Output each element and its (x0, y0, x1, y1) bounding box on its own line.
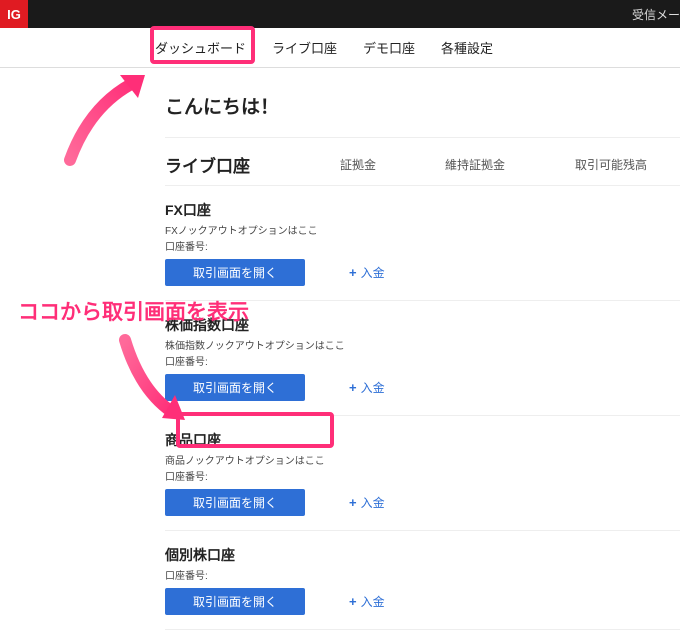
account-name: 株価指数口座 (165, 315, 680, 335)
account-fx: FX口座 FXノックアウトオプションはここ 口座番号: 取引画面を開く + 入金 (165, 186, 680, 301)
main: こんにちは！ ライブ口座 証拠金 維持証拠金 取引可能残高 FX口座 FXノック… (0, 68, 680, 630)
col-maint: 維持証拠金 (445, 156, 575, 173)
deposit-label: 入金 (361, 264, 385, 281)
account-sub: FXノックアウトオプションはここ (165, 222, 680, 237)
deposit-label: 入金 (361, 593, 385, 610)
plus-icon: + (349, 265, 357, 280)
tab-demo[interactable]: デモ口座 (363, 28, 415, 67)
account-actions: 取引画面を開く + 入金 (165, 489, 680, 516)
deposit-link[interactable]: + 入金 (349, 379, 385, 396)
deposit-link[interactable]: + 入金 (349, 264, 385, 281)
spacer (28, 0, 632, 28)
account-number: 口座番号: (165, 468, 680, 483)
plus-icon: + (349, 594, 357, 609)
nav: ダッシュボード ライブ口座 デモ口座 各種設定 (0, 28, 680, 68)
account-name: 個別株口座 (165, 545, 680, 565)
greeting: こんにちは！ (165, 92, 680, 138)
deposit-label: 入金 (361, 494, 385, 511)
plus-icon: + (349, 380, 357, 395)
col-avail: 取引可能残高 (575, 156, 680, 173)
account-actions: 取引画面を開く + 入金 (165, 374, 680, 401)
account-actions: 取引画面を開く + 入金 (165, 259, 680, 286)
plus-icon: + (349, 495, 357, 510)
topbar: IG 受信メー (0, 0, 680, 28)
deposit-link[interactable]: + 入金 (349, 593, 385, 610)
account-sub: 株価指数ノックアウトオプションはここ (165, 337, 680, 352)
account-name: FX口座 (165, 200, 680, 220)
col-margin: 証拠金 (340, 156, 445, 173)
account-stock: 個別株口座 口座番号: 取引画面を開く + 入金 (165, 531, 680, 630)
tab-live[interactable]: ライブ口座 (272, 28, 337, 67)
account-sub: 商品ノックアウトオプションはここ (165, 452, 680, 467)
deposit-link[interactable]: + 入金 (349, 494, 385, 511)
mail-label: 受信メー (632, 6, 680, 23)
topbar-mail[interactable]: 受信メー (632, 0, 680, 28)
account-number: 口座番号: (165, 353, 680, 368)
tab-settings[interactable]: 各種設定 (441, 28, 493, 67)
section-title: ライブ口座 (165, 152, 340, 177)
open-trading-button[interactable]: 取引画面を開く (165, 588, 305, 615)
logo: IG (0, 0, 28, 28)
open-trading-button[interactable]: 取引画面を開く (165, 374, 305, 401)
section-head: ライブ口座 証拠金 維持証拠金 取引可能残高 (165, 138, 680, 186)
account-actions: 取引画面を開く + 入金 (165, 588, 680, 615)
tab-dashboard[interactable]: ダッシュボード (155, 28, 246, 67)
account-commodity: 商品口座 商品ノックアウトオプションはここ 口座番号: 取引画面を開く + 入金 (165, 416, 680, 531)
deposit-label: 入金 (361, 379, 385, 396)
account-name: 商品口座 (165, 430, 680, 450)
open-trading-button[interactable]: 取引画面を開く (165, 489, 305, 516)
account-number: 口座番号: (165, 238, 680, 253)
account-number: 口座番号: (165, 567, 680, 582)
account-index: 株価指数口座 株価指数ノックアウトオプションはここ 口座番号: 取引画面を開く … (165, 301, 680, 416)
open-trading-button[interactable]: 取引画面を開く (165, 259, 305, 286)
